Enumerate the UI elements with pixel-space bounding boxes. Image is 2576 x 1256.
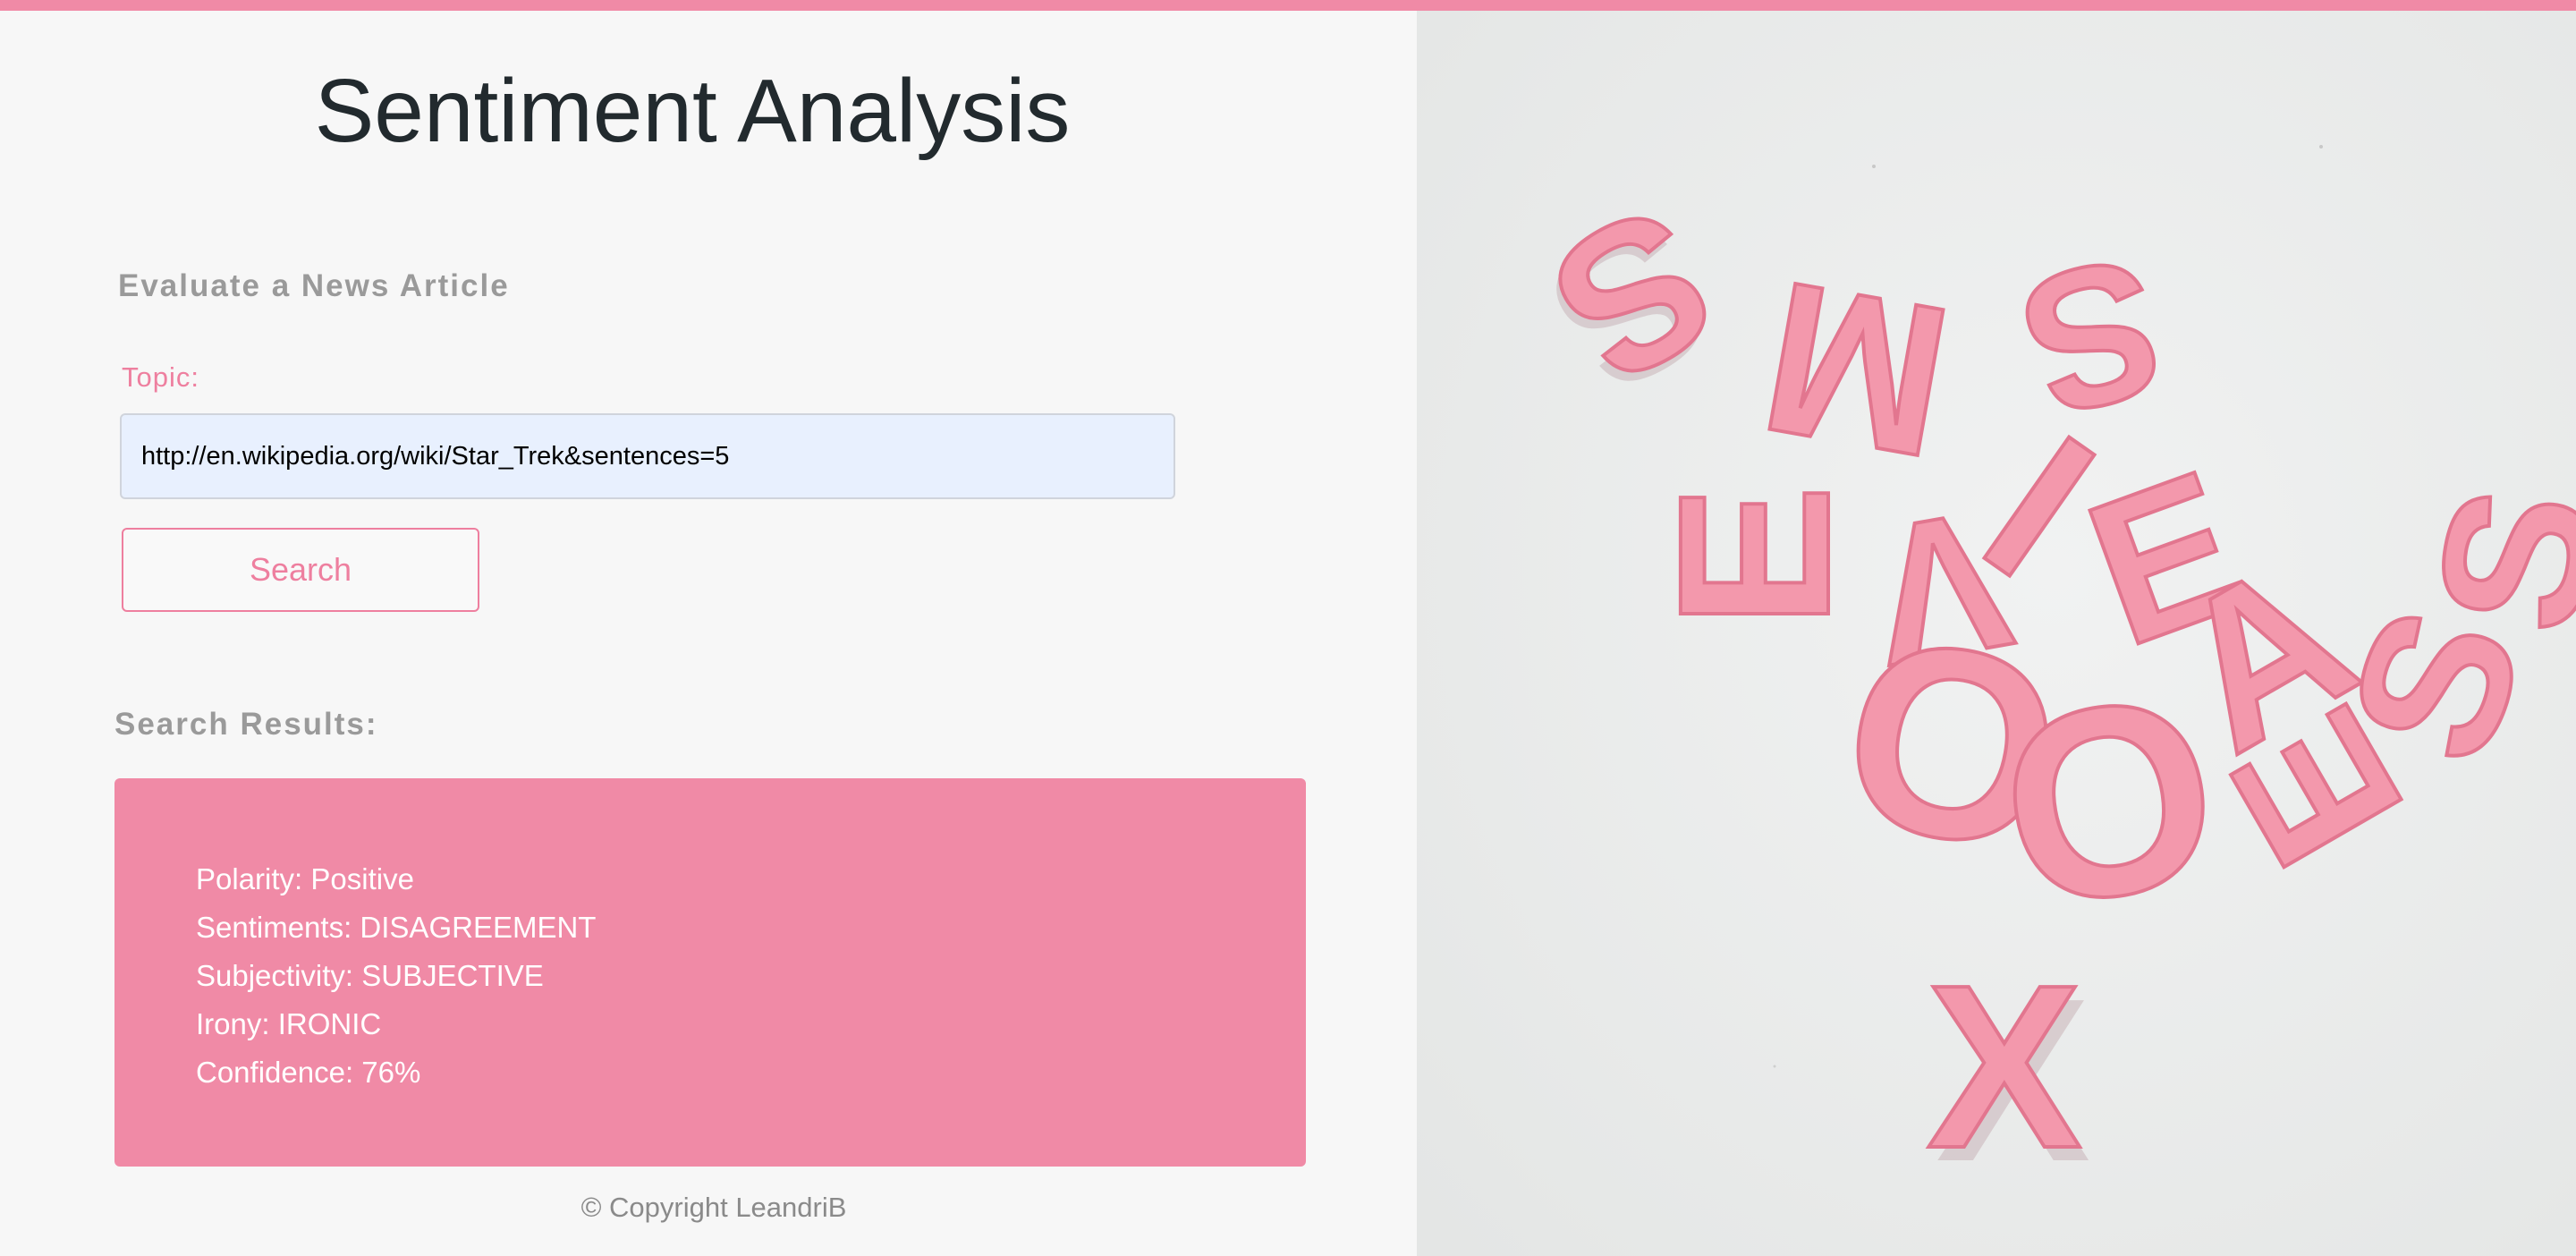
result-irony: Irony: IRONIC [196,1007,382,1040]
letter-e-1: E [1634,485,1874,628]
result-polarity: Polarity: Positive [196,862,414,895]
form-heading: Evaluate a News Article [118,268,510,303]
hero-image: S X S M S I E V E O O A E S S X [1417,11,2576,1256]
letter-x: X [1927,938,2083,1197]
results-box: Polarity: Positive Sentiments: DISAGREEM… [114,778,1306,1167]
copyright: © Copyright LeandriB [580,1192,847,1223]
search-button[interactable]: Search [122,528,479,612]
left-panel: Sentiment Analysis Evaluate a News Artic… [0,11,1417,1256]
result-confidence: Confidence: 76% [196,1056,421,1089]
topic-label: Topic: [122,361,199,393]
top-accent-bar [0,0,2576,11]
results-list: Polarity: Positive Sentiments: DISAGREEM… [196,855,596,1097]
pink-letters-photo: S X S M S I E V E O O A E S S X [1417,11,2576,1256]
page-title: Sentiment Analysis [314,61,1071,161]
result-sentiments: Sentiments: DISAGREEMENT [196,911,597,944]
result-subjectivity: Subjectivity: SUBJECTIVE [196,959,544,992]
topic-input[interactable] [120,413,1175,499]
results-heading: Search Results: [114,707,378,742]
